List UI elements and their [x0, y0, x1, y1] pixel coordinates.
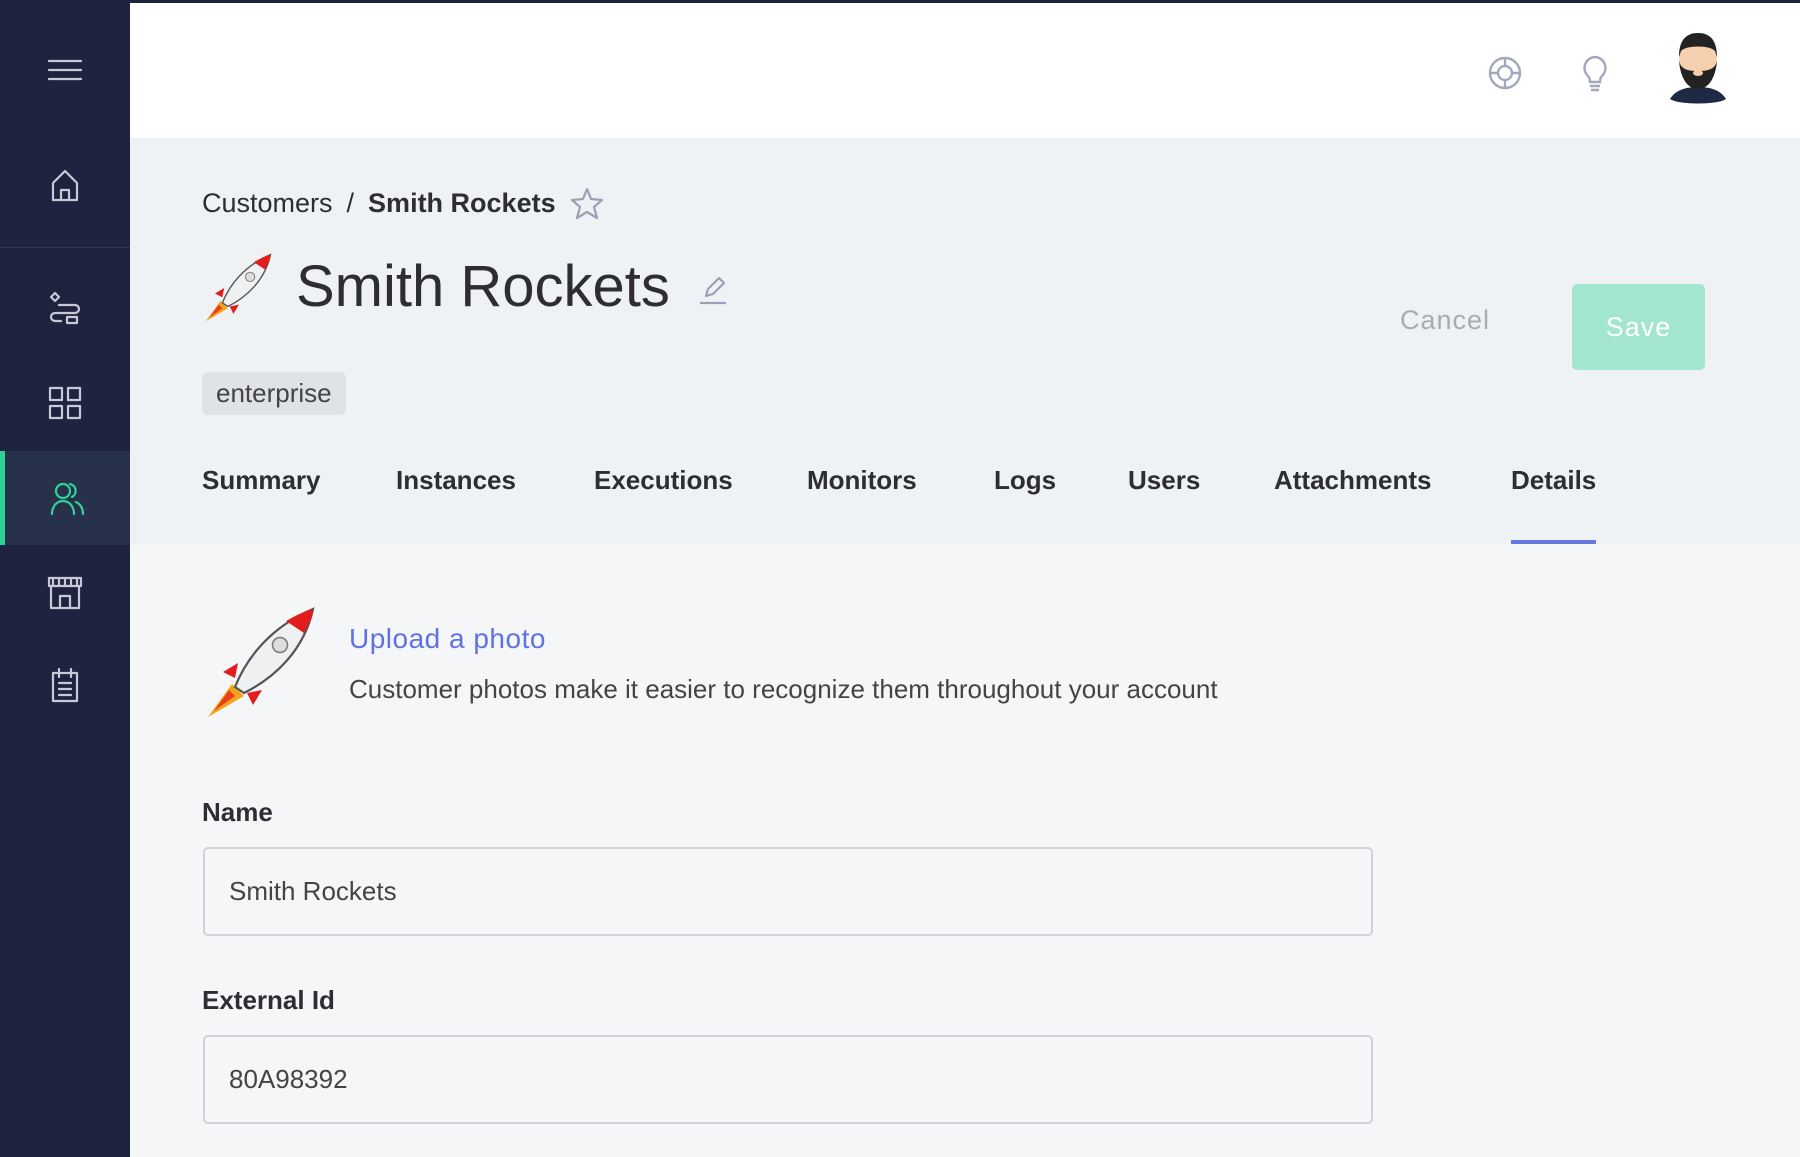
- hamburger-icon: [47, 59, 83, 81]
- support-icon: [1488, 56, 1522, 90]
- clipboard-icon: [51, 667, 79, 703]
- tab-executions[interactable]: Executions: [594, 465, 733, 544]
- customers-icon: [50, 482, 84, 516]
- sidebar-item-components[interactable]: [0, 378, 130, 428]
- customer-tag: enterprise: [202, 372, 346, 415]
- tab-summary[interactable]: Summary: [202, 465, 321, 544]
- upload-photo-description: Customer photos make it easier to recogn…: [349, 674, 1218, 704]
- star-icon[interactable]: [570, 186, 604, 220]
- external-id-input[interactable]: [203, 1035, 1373, 1124]
- tab-logs[interactable]: Logs: [994, 465, 1056, 544]
- sidebar-item-logs[interactable]: [0, 660, 130, 710]
- home-icon: [51, 169, 79, 202]
- page-title: Smith Rockets: [296, 254, 670, 319]
- sidebar-item-home[interactable]: [0, 161, 130, 211]
- tab-monitors[interactable]: Monitors: [807, 465, 917, 544]
- lightbulb-icon: [1583, 55, 1607, 92]
- tab-details[interactable]: Details: [1511, 465, 1597, 544]
- menu-button[interactable]: [0, 45, 130, 95]
- support-button[interactable]: [1485, 53, 1525, 93]
- sidebar-divider: [0, 247, 130, 248]
- customer-photo: [208, 607, 315, 717]
- avatar[interactable]: [1668, 31, 1728, 105]
- ideas-button[interactable]: [1575, 53, 1615, 93]
- sidebar: [0, 0, 130, 1157]
- breadcrumb-current: Smith Rockets: [368, 187, 556, 218]
- store-icon: [47, 576, 83, 610]
- tab-instances[interactable]: Instances: [396, 465, 516, 544]
- rocket-logo-icon: [205, 253, 272, 322]
- edit-title-icon[interactable]: [696, 272, 730, 306]
- sidebar-item-marketplace[interactable]: [0, 567, 130, 617]
- breadcrumb-customers-link[interactable]: Customers: [202, 188, 333, 219]
- save-button[interactable]: Save: [1572, 284, 1705, 370]
- name-input[interactable]: [203, 847, 1373, 936]
- cancel-button[interactable]: Cancel: [1400, 305, 1490, 336]
- grid-icon: [48, 386, 82, 420]
- flows-icon: [49, 291, 81, 325]
- tab-attachments[interactable]: Attachments: [1274, 465, 1431, 544]
- sidebar-item-customers[interactable]: [0, 451, 130, 545]
- avatar-icon: [1670, 33, 1726, 104]
- top-header: [130, 3, 1800, 138]
- breadcrumb: Customers / Smith Rockets: [202, 186, 604, 220]
- sidebar-item-integrations[interactable]: [0, 283, 130, 333]
- breadcrumb-separator: /: [346, 187, 355, 218]
- tab-users[interactable]: Users: [1128, 465, 1200, 544]
- name-label: Name: [202, 797, 273, 827]
- upload-photo-link[interactable]: Upload a photo: [349, 623, 546, 655]
- external-id-label: External Id: [202, 985, 335, 1015]
